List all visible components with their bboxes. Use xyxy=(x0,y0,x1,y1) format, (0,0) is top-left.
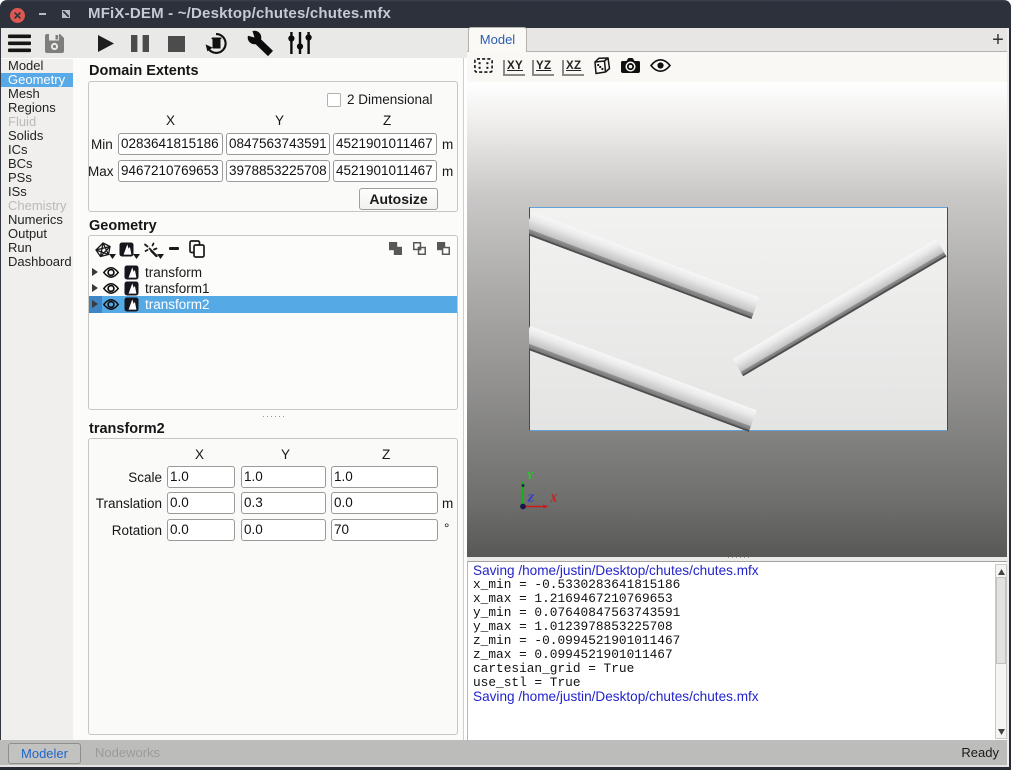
svg-text:X: X xyxy=(549,493,558,505)
svg-text:Y: Y xyxy=(527,470,535,482)
svg-text:Z: Z xyxy=(527,493,535,505)
